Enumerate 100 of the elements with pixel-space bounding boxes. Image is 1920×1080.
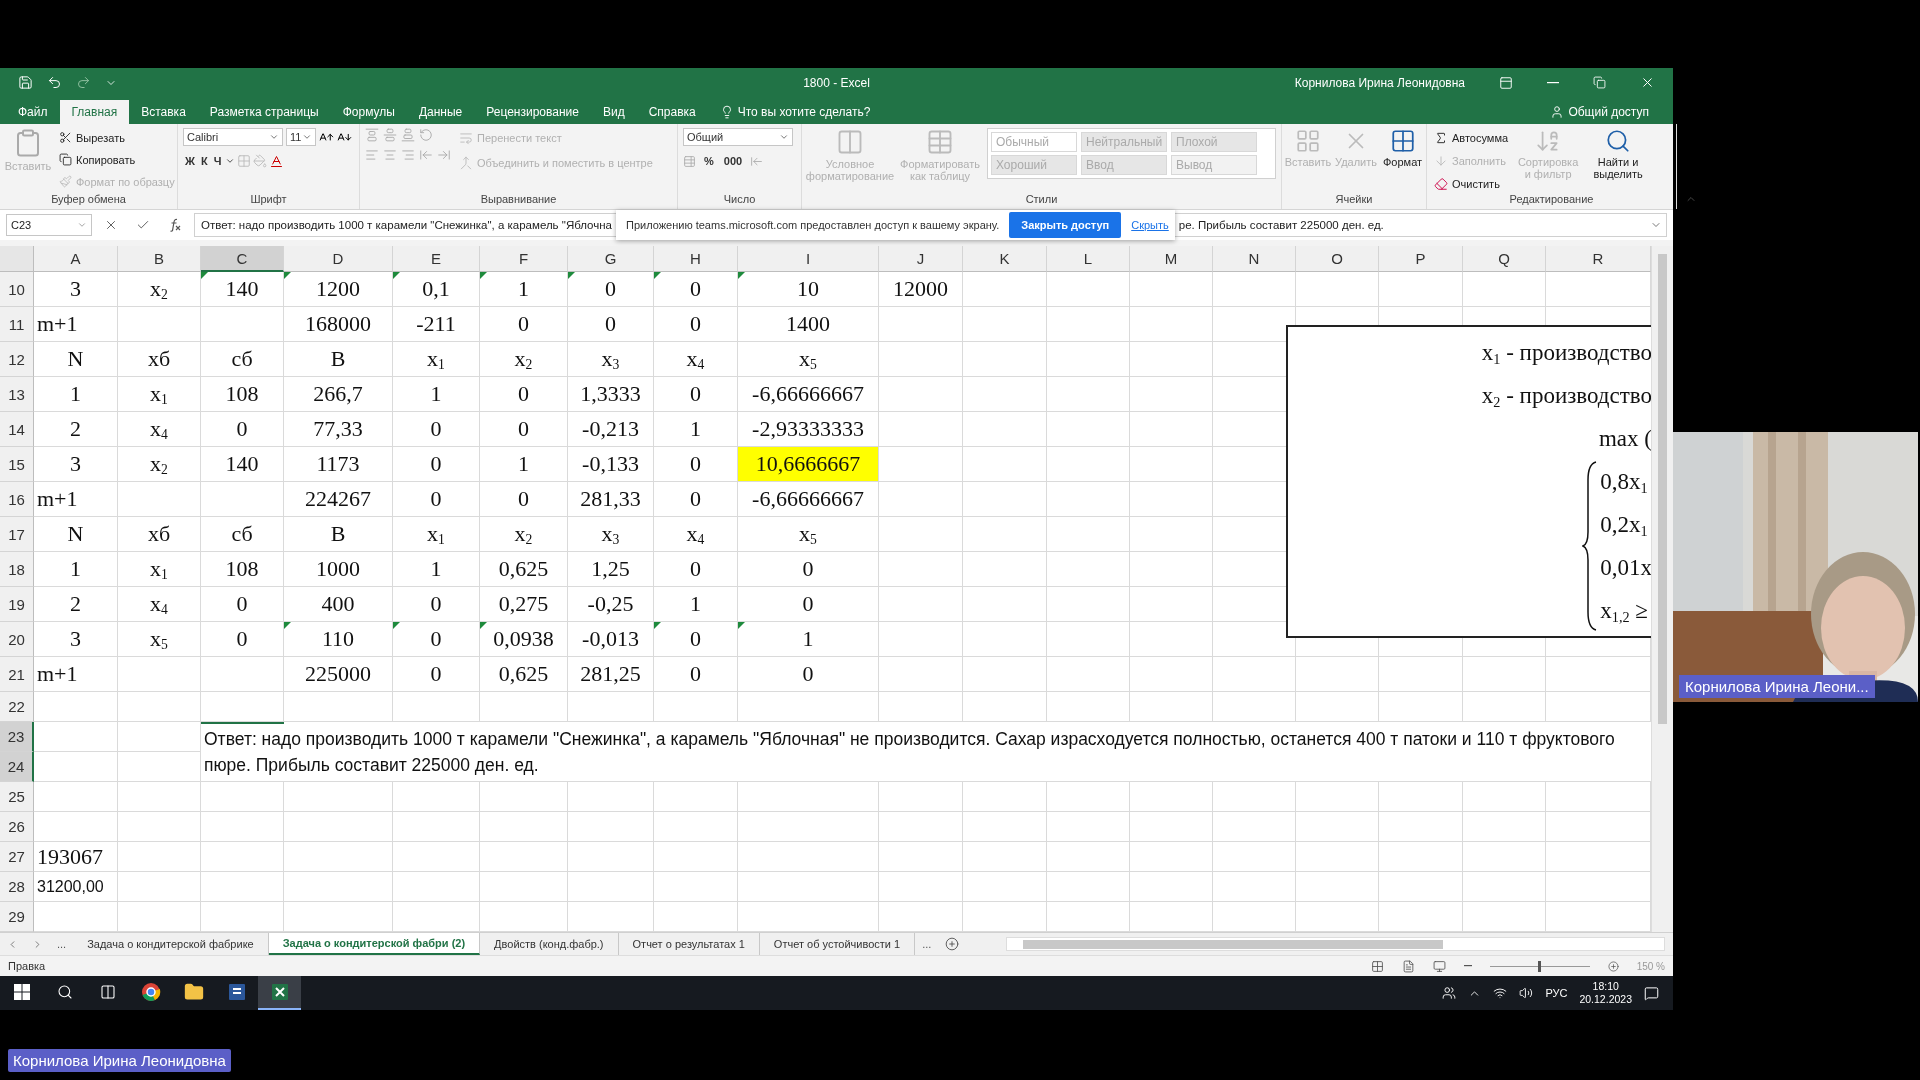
ribbon-tab[interactable]: Главная: [59, 100, 130, 124]
table-cell: 224267: [284, 482, 393, 517]
row-header[interactable]: 12: [0, 342, 34, 377]
table-cell: 0: [654, 377, 738, 412]
autosum-button[interactable]: Автосумма: [1432, 128, 1511, 147]
column-header[interactable]: E: [393, 246, 480, 272]
table-cell: 0: [480, 482, 568, 517]
ribbon-group-label: Буфер обмена: [51, 193, 126, 207]
column-header[interactable]: I: [738, 246, 879, 272]
row-header[interactable]: 16: [0, 482, 34, 517]
row-header[interactable]: 18: [0, 552, 34, 587]
column-header[interactable]: R: [1546, 246, 1651, 272]
table-cell: 0: [393, 447, 480, 482]
cut-button[interactable]: Вырезать: [57, 128, 177, 147]
ribbon-group-label: Число: [723, 193, 756, 207]
format-button[interactable]: Формат: [1383, 128, 1423, 168]
table-cell: B: [284, 342, 393, 377]
column-header[interactable]: G: [568, 246, 654, 272]
ribbon-tab[interactable]: Данные: [406, 100, 475, 124]
column-header[interactable]: P: [1379, 246, 1463, 272]
ribbon-tab[interactable]: Справка: [636, 100, 708, 124]
ribbon-tab[interactable]: Разметка страницы: [197, 100, 331, 124]
row-header[interactable]: 17: [0, 517, 34, 552]
table-cell: -6,66666667: [738, 482, 879, 517]
formula-text: ре. Прибыль составит 225000 ден. ед.: [1178, 219, 1384, 231]
row-header[interactable]: 22: [0, 692, 34, 722]
row-header[interactable]: 15: [0, 447, 34, 482]
column-header[interactable]: L: [1047, 246, 1130, 272]
text-box-line: 0,01x: [1600, 554, 1651, 582]
row-header[interactable]: 27: [0, 842, 34, 872]
column-header[interactable]: A: [34, 246, 118, 272]
row-header[interactable]: 20: [0, 622, 34, 657]
ribbon-tab[interactable]: Вставка: [129, 100, 198, 124]
text-box-line: 0,2x$_{1}$: [1600, 511, 1648, 541]
more-sheets-button[interactable]: ...: [50, 933, 74, 955]
font-style-button[interactable]: Ч: [211, 152, 224, 170]
ribbon-tab[interactable]: Вид: [590, 100, 637, 124]
table-cell: B: [284, 517, 393, 552]
language-indicator[interactable]: РУС: [1545, 987, 1568, 999]
column-header[interactable]: C: [201, 246, 284, 272]
table-cell: сб: [201, 342, 284, 377]
column-header[interactable]: Q: [1463, 246, 1546, 272]
table-cell: 0: [654, 622, 738, 657]
copy-button[interactable]: Копировать: [57, 150, 177, 169]
column-header[interactable]: M: [1130, 246, 1213, 272]
row-header[interactable]: 29: [0, 902, 34, 932]
font-style-button[interactable]: К: [198, 152, 210, 170]
row-header[interactable]: 23: [0, 722, 34, 752]
font-dropdown[interactable]: Calibri: [183, 128, 283, 146]
table-cell: -6,66666667: [738, 377, 879, 412]
column-header[interactable]: D: [284, 246, 393, 272]
table-cell: 12000: [879, 272, 963, 307]
number-format-button[interactable]: %: [702, 152, 716, 170]
table-cell: 1000: [284, 552, 393, 587]
ribbon-tab[interactable]: Файл: [6, 100, 60, 124]
row-header[interactable]: 13: [0, 377, 34, 412]
row-header[interactable]: 26: [0, 812, 34, 842]
column-header[interactable]: F: [480, 246, 568, 272]
column-header[interactable]: H: [654, 246, 738, 272]
text-box-line: 0,8x$_{1}$: [1600, 468, 1648, 498]
more-sheets-button[interactable]: ...: [915, 933, 939, 955]
table-cell: 0: [654, 272, 738, 307]
column-header[interactable]: J: [879, 246, 963, 272]
ribbon-tab[interactable]: Рецензирование: [474, 100, 591, 124]
share-button[interactable]: Общий доступ: [1544, 100, 1655, 124]
table-cell: 0: [654, 552, 738, 587]
row-header[interactable]: 24: [0, 752, 34, 782]
font-size-dropdown[interactable]: 11: [286, 128, 316, 146]
clear-button[interactable]: Очистить: [1432, 174, 1511, 193]
table-cell: 0: [738, 552, 879, 587]
number-format-button[interactable]: 000: [721, 152, 745, 170]
sheet-tab[interactable]: Задача о кондитерской фабри (2): [268, 933, 481, 955]
number-format-dropdown[interactable]: Общий: [683, 128, 793, 146]
text-box-line: x$_{1}$ - производство: [1481, 339, 1651, 369]
row-header[interactable]: 21: [0, 657, 34, 692]
column-header[interactable]: B: [118, 246, 201, 272]
table-cell: 0: [201, 622, 284, 657]
row-header[interactable]: 19: [0, 587, 34, 622]
find-select-button[interactable]: Найти и выделить: [1586, 128, 1651, 180]
column-header[interactable]: K: [963, 246, 1047, 272]
table-cell: xб: [118, 517, 201, 552]
name-box[interactable]: C23: [6, 214, 92, 236]
row-header[interactable]: 14: [0, 412, 34, 447]
presenter-name: Корнилова Ирина Леонидовна: [8, 1049, 231, 1072]
row-header[interactable]: 11: [0, 307, 34, 342]
stop-sharing-button[interactable]: Закрыть доступ: [1009, 212, 1122, 238]
table-cell: 0: [480, 412, 568, 447]
font-style-button[interactable]: Ж: [183, 152, 197, 170]
row-header[interactable]: 10: [0, 272, 34, 307]
row-header[interactable]: 28: [0, 872, 34, 902]
formula-field[interactable]: Ответ: надо производить 1000 т карамели "Снежинка", а карамель "Яблочна Приложению teams.microsoft.com предоставлен доступ к вашему экрану. Закрыть доступ Скрыть ре. Прибыль составит 225000 ден. ед.: [194, 213, 1667, 237]
table-cell: 0: [480, 307, 568, 342]
row-header[interactable]: 25: [0, 782, 34, 812]
column-header[interactable]: N: [1213, 246, 1296, 272]
hide-link[interactable]: Скрыть: [1131, 219, 1169, 231]
table-cell: 1173: [284, 447, 393, 482]
ribbon-tab[interactable]: Формулы: [330, 100, 407, 124]
column-header[interactable]: O: [1296, 246, 1379, 272]
tell-me-search[interactable]: Что вы хотите сделать?: [713, 100, 877, 124]
table-cell: 10: [738, 272, 879, 307]
